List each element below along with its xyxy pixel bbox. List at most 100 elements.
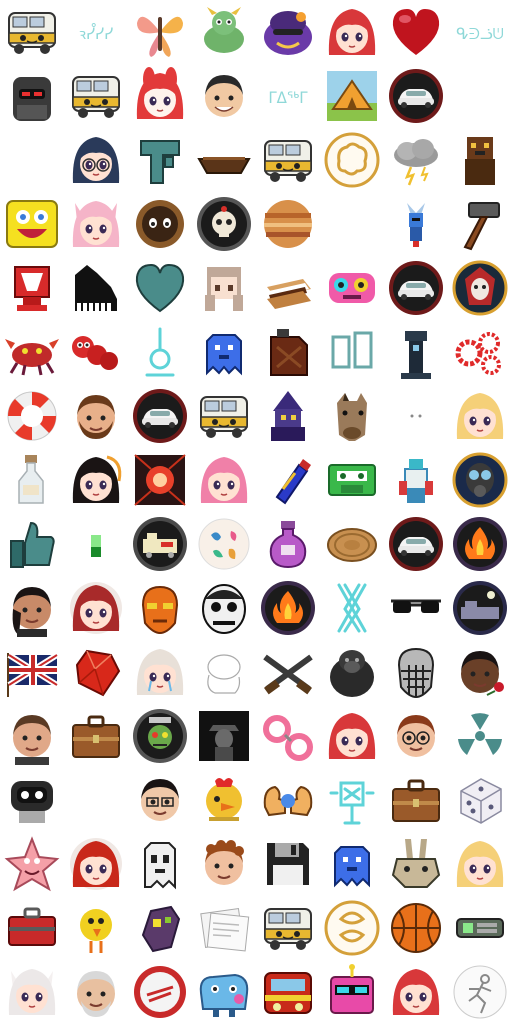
pixel-wizard-icon bbox=[259, 387, 317, 445]
icon-cell: ᒥᐃᖅᒥ bbox=[256, 64, 320, 128]
icon-cell bbox=[448, 448, 512, 512]
zombie-gear-badge-icon bbox=[131, 707, 189, 765]
red-toolbox-icon bbox=[3, 899, 61, 957]
night-train-badge-icon bbox=[451, 579, 509, 637]
wooden-boat-icon bbox=[195, 131, 253, 189]
empty-cell bbox=[0, 128, 64, 192]
pink-anime-girl-icon bbox=[195, 451, 253, 509]
icon-cell bbox=[192, 768, 256, 832]
rv-bus-icon bbox=[195, 387, 253, 445]
icon-cell: ꝛᓮᓯᓯ bbox=[64, 0, 128, 64]
icon-cell bbox=[64, 384, 128, 448]
icon-grid: ꝛᓮᓯᓯ ᕴᕭᓘᕫ ᒥᐃᖅᒥ bbox=[0, 0, 512, 1024]
curly-hair-man-icon bbox=[195, 835, 253, 893]
pink-monster-icon bbox=[323, 259, 381, 317]
basketball-icon bbox=[387, 899, 445, 957]
train-badge-icon bbox=[131, 515, 189, 573]
icon-cell bbox=[192, 640, 256, 704]
icon-cell bbox=[0, 448, 64, 512]
icon-cell bbox=[64, 128, 128, 192]
flexing-arms-icon bbox=[259, 771, 317, 829]
campfire-badge-icon bbox=[451, 515, 509, 573]
icon-cell bbox=[192, 64, 256, 128]
purple-ogre-icon bbox=[259, 3, 317, 61]
green-pixel-icon bbox=[67, 515, 125, 573]
chicken-icon bbox=[195, 771, 253, 829]
teal-pipe-icon bbox=[131, 131, 189, 189]
horse-head-icon bbox=[323, 387, 381, 445]
rv-bus-icon bbox=[3, 3, 61, 61]
woman-portrait-icon bbox=[3, 579, 61, 637]
icon-cell bbox=[320, 384, 384, 448]
pixel-robot-icon bbox=[387, 451, 445, 509]
glyph-text: ꝛᓮᓯᓯ bbox=[79, 23, 113, 43]
glyph-text-icon: ꝛᓮᓯᓯ bbox=[67, 3, 125, 61]
red-hair-anime-girl-icon bbox=[387, 963, 445, 1021]
teal-panels-icon bbox=[323, 323, 381, 381]
icon-cell bbox=[448, 960, 512, 1024]
neon-ring-icon bbox=[131, 323, 189, 381]
icon-cell bbox=[448, 384, 512, 448]
icon-cell bbox=[0, 64, 64, 128]
man-with-rose-icon bbox=[451, 643, 509, 701]
icon-cell bbox=[448, 192, 512, 256]
icon-cell bbox=[256, 128, 320, 192]
icon-cell bbox=[128, 640, 192, 704]
sketch-face-icon bbox=[195, 643, 253, 701]
icon-cell bbox=[384, 64, 448, 128]
icon-cell bbox=[128, 896, 192, 960]
pink-handcuffs-icon bbox=[259, 707, 317, 765]
red-gem-icon bbox=[67, 643, 125, 701]
red-hair-anime-girl-icon bbox=[323, 707, 381, 765]
orange-mask-icon bbox=[131, 579, 189, 637]
glyph-text-icon: ᒥᐃᖅᒥ bbox=[259, 67, 317, 125]
dice-icon bbox=[451, 771, 509, 829]
red-hair-face-icon bbox=[67, 579, 125, 637]
rv-bus-icon bbox=[67, 67, 125, 125]
dragon-creature-icon bbox=[195, 3, 253, 61]
icon-cell bbox=[0, 896, 64, 960]
icon-cell bbox=[128, 448, 192, 512]
crossed-rifles-icon bbox=[259, 643, 317, 701]
icon-cell bbox=[192, 576, 256, 640]
icon-cell bbox=[448, 768, 512, 832]
icon-cell bbox=[384, 832, 448, 896]
icon-cell bbox=[0, 768, 64, 832]
icon-cell bbox=[64, 256, 128, 320]
red-train-icon bbox=[259, 963, 317, 1021]
icon-cell bbox=[128, 576, 192, 640]
storm-cloud-icon bbox=[387, 131, 445, 189]
icon-cell bbox=[448, 640, 512, 704]
icon-cell bbox=[320, 832, 384, 896]
crying-anime-girl-icon bbox=[131, 643, 189, 701]
icon-cell bbox=[64, 896, 128, 960]
icon-cell bbox=[64, 960, 128, 1024]
icon-cell bbox=[0, 576, 64, 640]
brown-creature-icon bbox=[451, 131, 509, 189]
icon-cell bbox=[448, 128, 512, 192]
icon-cell bbox=[384, 640, 448, 704]
dark-pillar-icon bbox=[387, 323, 445, 381]
pixel-girl-icon bbox=[195, 259, 253, 317]
icon-cell bbox=[128, 704, 192, 768]
icon-cell bbox=[448, 512, 512, 576]
red-gears-icon bbox=[451, 323, 509, 381]
green-cassette-icon bbox=[323, 451, 381, 509]
icon-cell bbox=[256, 256, 320, 320]
icon-cell bbox=[0, 960, 64, 1024]
icon-cell bbox=[256, 768, 320, 832]
red-crab-icon bbox=[3, 323, 61, 381]
icon-cell bbox=[128, 192, 192, 256]
creepy-face-icon bbox=[195, 579, 253, 637]
icon-cell bbox=[192, 896, 256, 960]
icon-cell bbox=[448, 704, 512, 768]
icon-cell bbox=[192, 960, 256, 1024]
icon-cell bbox=[384, 960, 448, 1024]
red-orb-icon bbox=[131, 451, 189, 509]
icon-cell bbox=[64, 448, 128, 512]
icon-cell bbox=[320, 128, 384, 192]
icon-cell bbox=[384, 576, 448, 640]
icon-cell bbox=[192, 704, 256, 768]
small-dots-icon bbox=[387, 387, 445, 445]
icon-cell bbox=[384, 128, 448, 192]
